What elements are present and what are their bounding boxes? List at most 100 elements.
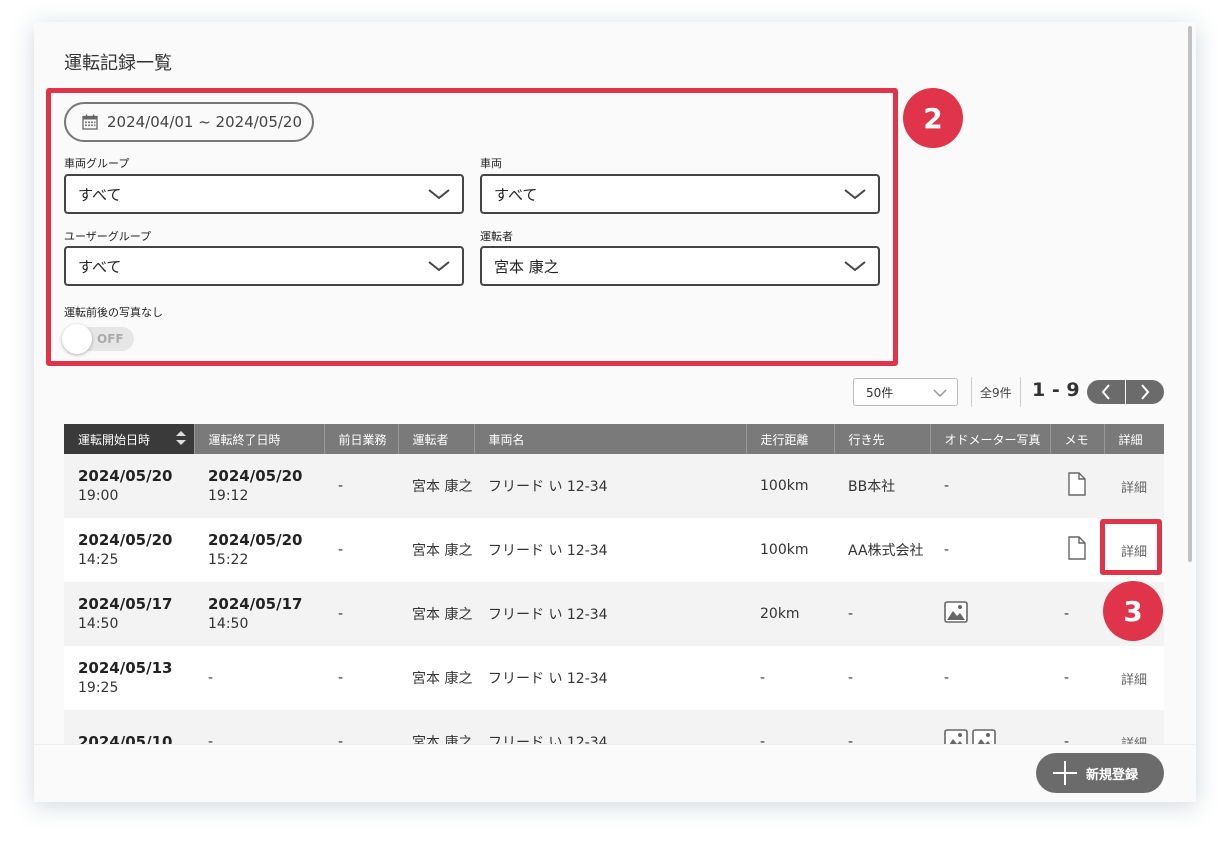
col-vehicle: 車両名 bbox=[473, 424, 746, 454]
vehicle-cell: フリード い 12-34 bbox=[474, 518, 746, 582]
vehicle-label: 車両 bbox=[480, 157, 502, 170]
odometer-cell: - bbox=[930, 454, 1050, 518]
per-page-value: 50件 bbox=[866, 385, 894, 400]
chevron-right-icon bbox=[1141, 384, 1150, 400]
prev-work-cell: - bbox=[324, 518, 398, 582]
start-time: 19:25 bbox=[78, 680, 119, 696]
start-time: 14:25 bbox=[78, 552, 119, 568]
page-title: 運転記録一覧 bbox=[64, 53, 172, 74]
detail-link[interactable]: 詳細 bbox=[1104, 646, 1164, 710]
start-date: 2024/05/20 bbox=[78, 531, 173, 549]
table-row: 2024/05/17 14:50 2024/05/17 14:50 - 宮本 康之 … bbox=[64, 582, 1164, 646]
table-row: 2024/05/13 19:25 - - 宮本 康之 フリード い 12-34 -… bbox=[64, 646, 1164, 710]
distance-cell: 20km bbox=[746, 582, 834, 646]
prev-work-cell: - bbox=[324, 454, 398, 518]
start-date: 2024/05/13 bbox=[78, 659, 173, 677]
chevron-down-icon bbox=[844, 261, 866, 272]
total-count: 全9件 bbox=[980, 386, 1012, 400]
memo-cell: - bbox=[1050, 582, 1104, 646]
odometer-cell: - bbox=[930, 646, 1050, 710]
prev-work-cell: - bbox=[324, 646, 398, 710]
table-header-row: 運転開始日時 運転終了日時 前日業務 運転者 車両名 走行距離 行き先 オドメー… bbox=[64, 424, 1164, 454]
new-register-button[interactable]: 新規登録 bbox=[1036, 753, 1164, 793]
col-odometer-photo: オドメーター写真 bbox=[929, 424, 1050, 454]
driver-label: 運転者 bbox=[480, 230, 513, 243]
driver-cell: 宮本 康之 bbox=[398, 454, 474, 518]
chevron-down-icon bbox=[428, 189, 450, 200]
scrollbar[interactable] bbox=[1188, 26, 1192, 562]
document-icon[interactable] bbox=[1068, 536, 1086, 560]
memo-cell: - bbox=[1050, 646, 1104, 710]
date-range-picker[interactable]: 2024/04/01 ~ 2024/05/20 bbox=[64, 102, 314, 142]
vehicle-value: すべて bbox=[494, 185, 538, 204]
vehicle-group-label: 車両グループ bbox=[64, 157, 130, 170]
sort-icon bbox=[175, 430, 186, 445]
col-end-datetime: 運転終了日時 bbox=[193, 424, 324, 454]
chevron-down-icon bbox=[844, 189, 866, 200]
col-prev-work: 前日業務 bbox=[323, 424, 398, 454]
vehicle-cell: フリード い 12-34 bbox=[474, 582, 746, 646]
destination-cell: - bbox=[834, 646, 930, 710]
calendar-icon bbox=[82, 114, 98, 130]
start-time: 19:00 bbox=[78, 488, 119, 504]
destination-cell: BB本社 bbox=[834, 454, 930, 518]
distance-cell: - bbox=[746, 646, 834, 710]
date-range-text: 2024/04/01 ~ 2024/05/20 bbox=[107, 113, 303, 131]
plus-icon bbox=[1053, 761, 1077, 785]
driver-select[interactable]: 宮本 康之 bbox=[480, 246, 880, 286]
col-start-datetime[interactable]: 運転開始日時 bbox=[64, 424, 194, 454]
end-date: - bbox=[194, 646, 324, 710]
chevron-left-icon bbox=[1101, 384, 1110, 400]
per-page-select[interactable]: 50件 bbox=[853, 378, 958, 406]
destination-cell: AA株式会社 bbox=[834, 518, 930, 582]
chevron-down-icon bbox=[933, 389, 947, 397]
pager bbox=[1087, 380, 1164, 404]
no-photo-label: 運転前後の写真なし bbox=[64, 306, 163, 319]
distance-cell: 100km bbox=[746, 518, 834, 582]
prev-work-cell: - bbox=[324, 582, 398, 646]
next-page-button[interactable] bbox=[1126, 380, 1164, 404]
col-memo: メモ bbox=[1049, 424, 1104, 454]
user-group-value: すべて bbox=[78, 257, 122, 276]
divider bbox=[1020, 377, 1021, 407]
driver-value: 宮本 康之 bbox=[494, 257, 559, 276]
end-date: 2024/05/17 bbox=[208, 595, 303, 613]
user-group-label: ユーザーグループ bbox=[64, 230, 152, 243]
vehicle-select[interactable]: すべて bbox=[480, 174, 880, 214]
start-date: 2024/05/20 bbox=[78, 467, 173, 485]
no-photo-toggle[interactable]: OFF bbox=[62, 324, 134, 354]
chevron-down-icon bbox=[428, 261, 450, 272]
col-driver: 運転者 bbox=[397, 424, 474, 454]
annotation-badge-2: 2 bbox=[903, 88, 963, 148]
photo-icon[interactable] bbox=[944, 601, 968, 623]
divider bbox=[971, 377, 972, 407]
driver-cell: 宮本 康之 bbox=[398, 646, 474, 710]
odometer-cell: - bbox=[930, 518, 1050, 582]
table-row: 2024/05/20 19:00 2024/05/20 19:12 - 宮本 康之 … bbox=[64, 454, 1164, 518]
end-date: 2024/05/20 bbox=[208, 531, 303, 549]
driver-cell: 宮本 康之 bbox=[398, 518, 474, 582]
prev-page-button[interactable] bbox=[1087, 380, 1125, 404]
start-time: 14:50 bbox=[78, 616, 119, 632]
toggle-knob bbox=[62, 324, 92, 354]
bottom-bar bbox=[34, 744, 1196, 802]
document-icon[interactable] bbox=[1068, 472, 1086, 496]
distance-cell: 100km bbox=[746, 454, 834, 518]
new-register-label: 新規登録 bbox=[1086, 767, 1139, 783]
vehicle-group-select[interactable]: すべて bbox=[64, 174, 464, 214]
col-distance: 走行距離 bbox=[745, 424, 834, 454]
driver-cell: 宮本 康之 bbox=[398, 582, 474, 646]
detail-link[interactable]: 詳細 bbox=[1104, 454, 1164, 518]
user-group-select[interactable]: すべて bbox=[64, 246, 464, 286]
app-window: 運転記録一覧 2024/04/01 ~ 2024/05/20 車両グループ すべ… bbox=[34, 22, 1196, 802]
page-range: 1 - 9 bbox=[1032, 379, 1080, 401]
vehicle-cell: フリード い 12-34 bbox=[474, 646, 746, 710]
end-time: 19:12 bbox=[208, 488, 249, 504]
end-time: 15:22 bbox=[208, 552, 249, 568]
end-time: 14:50 bbox=[208, 616, 249, 632]
vehicle-cell: フリード い 12-34 bbox=[474, 454, 746, 518]
destination-cell: - bbox=[834, 582, 930, 646]
toggle-state-text: OFF bbox=[97, 332, 124, 346]
end-date: 2024/05/20 bbox=[208, 467, 303, 485]
vehicle-group-value: すべて bbox=[78, 185, 122, 204]
